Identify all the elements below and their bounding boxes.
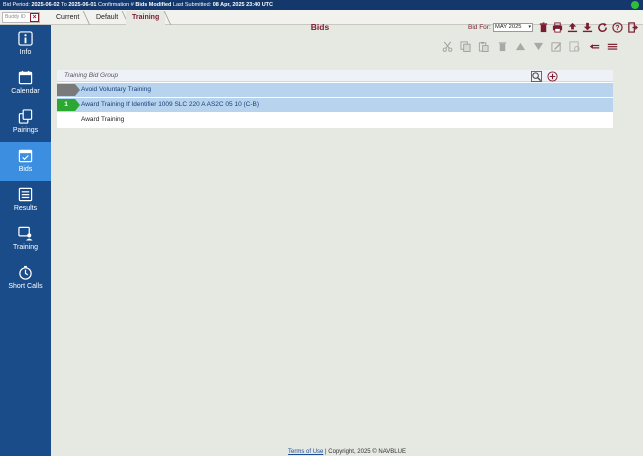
- bid-for-select[interactable]: MAY 2025 ▾: [493, 23, 533, 32]
- info-icon: [18, 31, 33, 46]
- last-submitted-label: Last Submitted:: [172, 2, 212, 8]
- bid-period-end: 2025-06-01: [68, 2, 97, 8]
- bid-row[interactable]: Avoid Voluntary Training: [57, 83, 613, 97]
- edit-icon[interactable]: [551, 41, 562, 52]
- bid-row-text: Award Training If Identifier 1009 SLC 22…: [81, 101, 260, 108]
- chevron-down-icon: ▾: [528, 24, 531, 30]
- sidebar-item-short-calls[interactable]: Short Calls: [0, 259, 51, 298]
- clear-buddy-icon[interactable]: ×: [30, 13, 39, 22]
- bid-row[interactable]: 1 Award Training If Identifier 1009 SLC …: [57, 98, 613, 112]
- to-label: To: [61, 2, 67, 8]
- training-icon: [18, 226, 33, 241]
- sidebar-item-training[interactable]: Training: [0, 220, 51, 259]
- validate-icon[interactable]: [569, 41, 580, 52]
- sidebar-item-label: Calendar: [11, 88, 40, 95]
- refresh-icon[interactable]: [597, 22, 608, 33]
- collapse-icon[interactable]: [589, 41, 600, 52]
- bid-period-start: 2025-06-02: [31, 2, 60, 8]
- last-submitted-value: 08 Apr, 2025 23:40 UTC: [212, 2, 274, 8]
- bids-icon: [18, 149, 33, 163]
- status-bar: Bid Period: 2025-06-02 To 2025-06-01 Con…: [0, 0, 643, 10]
- bid-row-text: Avoid Voluntary Training: [81, 86, 151, 93]
- delete-icon[interactable]: [497, 41, 508, 52]
- move-down-icon[interactable]: [533, 41, 544, 52]
- footer: Terms of Use | Copyright, 2025 © NAVBLUE: [51, 448, 643, 456]
- tab-training[interactable]: Training: [126, 11, 166, 25]
- action-toolbar: [51, 36, 643, 58]
- sidebar-item-label: Results: [13, 205, 38, 212]
- panel-header: Training Bid Group: [57, 70, 613, 82]
- search-icon[interactable]: [531, 71, 542, 82]
- cut-icon[interactable]: [442, 41, 453, 52]
- download-icon[interactable]: [582, 22, 593, 33]
- sidebar-item-label: Info: [19, 49, 32, 56]
- exit-icon[interactable]: [627, 22, 638, 33]
- copy-icon[interactable]: [460, 41, 471, 52]
- page-title: Bids: [310, 22, 330, 32]
- copyright-text: | Copyright, 2025 © NAVBLUE: [325, 449, 406, 455]
- bid-row-marker: [57, 84, 80, 96]
- terms-of-use-link[interactable]: Terms of Use: [288, 449, 323, 455]
- calendar-icon: [18, 70, 33, 85]
- sidebar-item-calendar[interactable]: Calendar: [0, 64, 51, 103]
- add-icon[interactable]: [547, 71, 558, 82]
- expand-icon[interactable]: [607, 41, 618, 52]
- sidebar: Info Calendar Pairings Bids Results Trai…: [0, 25, 51, 456]
- confirmation-label: Confirmation #: [98, 2, 134, 8]
- sidebar-item-pairings[interactable]: Pairings: [0, 103, 51, 142]
- help-icon[interactable]: ?: [612, 22, 623, 33]
- pairings-icon: [18, 109, 33, 124]
- sidebar-item-label: Bids: [18, 166, 33, 173]
- bid-for-value: MAY 2025: [495, 24, 522, 30]
- svg-text:?: ?: [615, 25, 619, 32]
- bid-row[interactable]: Award Training: [57, 113, 613, 127]
- short-calls-icon: [19, 265, 32, 280]
- results-icon: [18, 187, 33, 202]
- bid-status: Bids Modified: [135, 2, 172, 8]
- training-bid-group-panel: Training Bid Group Avoid Voluntary Train…: [57, 70, 613, 128]
- panel-title: Training Bid Group: [64, 72, 119, 79]
- sidebar-item-label: Short Calls: [8, 283, 43, 290]
- connection-status-icon: [631, 1, 639, 9]
- upload-icon[interactable]: [567, 22, 578, 33]
- bid-for-label: Bid For:: [468, 24, 491, 31]
- move-up-icon[interactable]: [515, 41, 526, 52]
- sidebar-item-label: Training: [12, 244, 39, 251]
- bid-row-text: Award Training: [81, 116, 125, 123]
- paste-icon[interactable]: [478, 41, 489, 52]
- print-icon[interactable]: [552, 22, 563, 33]
- sidebar-item-label: Pairings: [12, 127, 39, 134]
- bid-row-number: 1: [64, 101, 68, 108]
- trash-icon[interactable]: [538, 22, 549, 33]
- tab-bar: Buddy ID × Current Default Training Bids…: [0, 10, 643, 33]
- sidebar-item-info[interactable]: Info: [0, 25, 51, 64]
- sidebar-item-bids[interactable]: Bids: [0, 142, 51, 181]
- sidebar-item-results[interactable]: Results: [0, 181, 51, 220]
- bid-period-label: Bid Period:: [3, 2, 30, 8]
